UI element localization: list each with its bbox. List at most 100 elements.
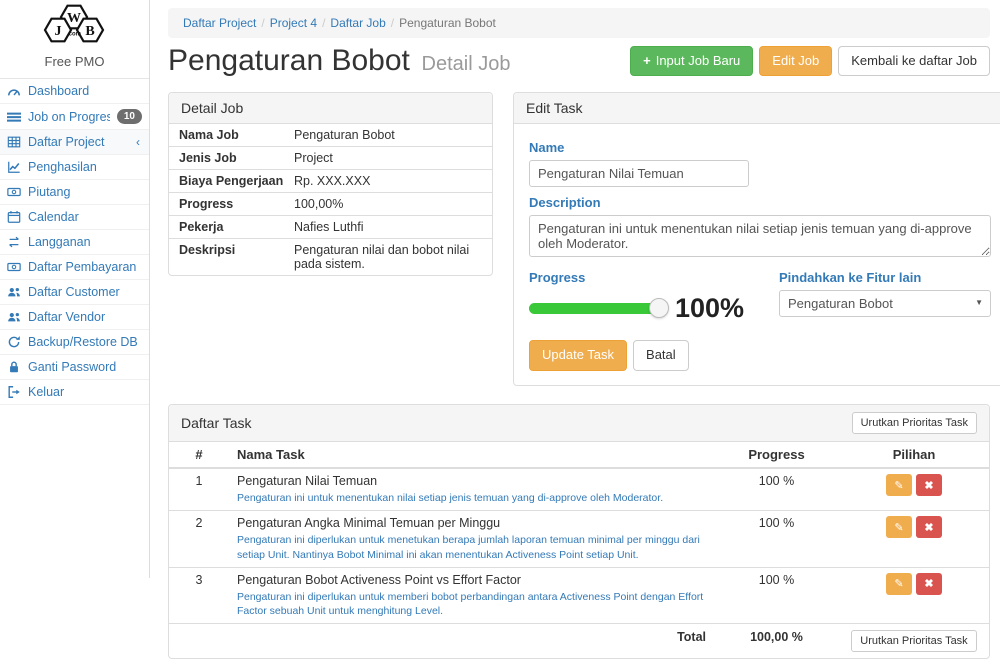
progress-slider-handle[interactable]: [649, 298, 669, 318]
chevron-left-icon: ‹: [136, 135, 140, 149]
sidebar-item-label: Langganan: [28, 235, 145, 249]
refresh-icon: [7, 335, 21, 349]
detail-value: Rp. XXX.XXX: [294, 174, 482, 188]
detail-label: Deskripsi: [179, 243, 294, 271]
detail-job-panel-heading: Detail Job: [169, 93, 492, 124]
detail-value: Pengaturan Bobot: [294, 128, 482, 142]
detail-value: Nafies Luthfi: [294, 220, 482, 234]
delete-task-button[interactable]: ✖: [916, 573, 942, 595]
task-description: Pengaturan ini untuk menentukan nilai se…: [237, 491, 706, 505]
detail-label: Pekerja: [179, 220, 294, 234]
exchange-icon: [7, 235, 21, 249]
batal-button[interactable]: Batal: [633, 340, 689, 371]
task-description-textarea[interactable]: Pengaturan ini untuk menentukan nilai se…: [529, 215, 991, 257]
task-name-input[interactable]: [529, 160, 749, 187]
table-icon: [7, 135, 21, 149]
sidebar-item-label: Ganti Password: [28, 360, 145, 374]
edit-task-button[interactable]: ✎: [886, 573, 912, 595]
edit-task-panel: Edit Task Name Description Pengaturan in…: [513, 92, 1000, 386]
detail-row: Pekerja Nafies Luthfi: [169, 216, 492, 239]
page-title-group: Pengaturan Bobot Detail Job: [168, 44, 510, 78]
pencil-icon: ✎: [894, 577, 903, 590]
detail-label: Jenis Job: [179, 151, 294, 165]
sidebar-item-daftar-pembayaran[interactable]: Daftar Pembayaran: [0, 255, 149, 280]
breadcrumb-link-daftar-project[interactable]: Daftar Project: [183, 16, 256, 30]
input-job-baru-button[interactable]: +Input Job Baru: [630, 46, 753, 77]
users-icon: [7, 310, 21, 324]
sidebar-item-piutang[interactable]: Piutang: [0, 180, 149, 205]
urutkan-prioritas-task-button-bottom[interactable]: Urutkan Prioritas Task: [851, 630, 976, 652]
plus-icon: +: [643, 53, 651, 70]
sidebar-item-daftar-vendor[interactable]: Daftar Vendor: [0, 305, 149, 330]
sidebar-item-penghasilan[interactable]: Penghasilan: [0, 155, 149, 180]
breadcrumb-separator: /: [386, 16, 399, 30]
detail-label: Biaya Pengerjaan: [179, 174, 294, 188]
task-num: 2: [169, 511, 229, 567]
close-icon: ✖: [924, 479, 933, 492]
detail-label: Progress: [179, 197, 294, 211]
breadcrumb-separator: /: [256, 16, 269, 30]
sidebar-item-keluar[interactable]: Keluar: [0, 380, 149, 405]
sidebar-item-daftar-project[interactable]: Daftar Project ‹: [0, 130, 149, 155]
progress-slider-fill: [529, 303, 659, 314]
detail-row: Biaya Pengerjaan Rp. XXX.XXX: [169, 170, 492, 193]
svg-text:.com: .com: [66, 32, 80, 38]
move-feature-label: Pindahkan ke Fitur lain: [779, 270, 991, 285]
urutkan-prioritas-task-button-top[interactable]: Urutkan Prioritas Task: [852, 412, 977, 434]
sidebar-item-label: Job on Progress: [28, 110, 110, 124]
sidebar-item-ganti-password[interactable]: Ganti Password: [0, 355, 149, 380]
task-num: 3: [169, 567, 229, 623]
edit-task-button[interactable]: ✎: [886, 474, 912, 496]
sidebar-item-daftar-customer[interactable]: Daftar Customer: [0, 280, 149, 305]
breadcrumb-link-daftar-job[interactable]: Daftar Job: [330, 16, 385, 30]
edit-task-title: Edit Task: [526, 100, 583, 116]
kembali-ke-daftar-job-button[interactable]: Kembali ke daftar Job: [838, 46, 990, 77]
svg-text:W: W: [67, 11, 81, 26]
sidebar-item-label: Backup/Restore DB: [28, 335, 145, 349]
lock-icon: [7, 360, 21, 374]
breadcrumb-separator: /: [317, 16, 330, 30]
page-subtitle: Detail Job: [422, 53, 511, 75]
pencil-icon: ✎: [894, 479, 903, 492]
detail-job-title: Detail Job: [181, 100, 243, 116]
sidebar-item-label: Calendar: [28, 210, 145, 224]
table-row: 1 Pengaturan Nilai Temuan Pengaturan ini…: [169, 468, 989, 511]
money-icon: [7, 185, 21, 199]
calendar-icon: [7, 210, 21, 224]
task-progress: 100 %: [714, 468, 839, 511]
move-feature-select[interactable]: Pengaturan Bobot: [779, 290, 991, 317]
task-table: # Nama Task Progress Pilihan 1 Pengatura…: [169, 442, 989, 658]
column-header-actions: Pilihan: [839, 442, 989, 468]
pencil-icon: ✎: [894, 521, 903, 534]
sidebar-item-job-on-progress[interactable]: Job on Progress 10: [0, 104, 149, 130]
update-task-button[interactable]: Update Task: [529, 340, 627, 371]
task-description: Pengaturan ini diperlukan untuk menetuka…: [237, 533, 706, 561]
detail-value: Pengaturan nilai dan bobot nilai pada si…: [294, 243, 482, 271]
sidebar-item-label: Daftar Customer: [28, 285, 145, 299]
close-icon: ✖: [924, 577, 933, 590]
edit-task-panel-heading: Edit Task: [514, 93, 1000, 124]
task-progress: 100 %: [714, 511, 839, 567]
column-header-progress: Progress: [714, 442, 839, 468]
sidebar-item-backup-restore[interactable]: Backup/Restore DB: [0, 330, 149, 355]
sidebar-item-label: Daftar Project: [28, 135, 129, 149]
sidebar-item-langganan[interactable]: Langganan: [0, 230, 149, 255]
svg-text:B: B: [85, 24, 94, 39]
task-num: 1: [169, 468, 229, 511]
sidebar-item-dashboard[interactable]: Dashboard: [0, 79, 149, 104]
delete-task-button[interactable]: ✖: [916, 474, 942, 496]
progress-label: Progress: [529, 270, 779, 285]
breadcrumb-link-project-4[interactable]: Project 4: [270, 16, 317, 30]
edit-task-button[interactable]: ✎: [886, 516, 912, 538]
total-label: Total: [229, 624, 714, 659]
delete-task-button[interactable]: ✖: [916, 516, 942, 538]
sidebar-item-calendar[interactable]: Calendar: [0, 205, 149, 230]
main-content: Daftar Project/Project 4/Daftar Job/Peng…: [150, 0, 1000, 659]
detail-value: Project: [294, 151, 482, 165]
sign-out-icon: [7, 385, 21, 399]
brand-name: Free PMO: [0, 54, 149, 69]
total-value: 100,00 %: [714, 624, 839, 659]
edit-job-button[interactable]: Edit Job: [759, 46, 832, 77]
progress-slider[interactable]: [529, 303, 659, 314]
detail-row: Jenis Job Project: [169, 147, 492, 170]
